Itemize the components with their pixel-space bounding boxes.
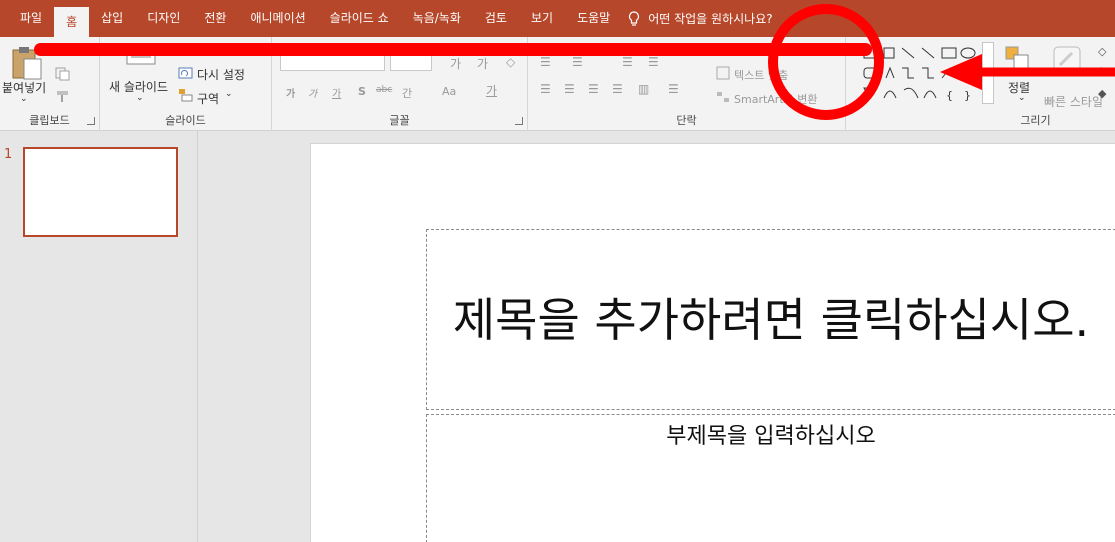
font-launcher-icon[interactable] [515, 117, 523, 125]
paragraph-group-label: 단락 [676, 114, 697, 127]
spacing-button[interactable]: 간 [402, 85, 412, 101]
annotation-red-line [34, 43, 872, 56]
reset-label[interactable]: 다시 설정 [197, 66, 245, 83]
slide-canvas[interactable]: 제목을 추가하려면 클릭하십시오. 부제목을 입력하십시오 [310, 143, 1115, 542]
tab-help[interactable]: 도움말 [565, 0, 622, 37]
clipboard-group-label: 클립보드 [29, 114, 70, 127]
change-case-button[interactable]: Aa [442, 85, 456, 98]
align-right-icon[interactable]: ☰ [588, 82, 599, 96]
tab-file[interactable]: 파일 [8, 0, 54, 37]
section-label[interactable]: 구역 [197, 90, 219, 107]
tab-view[interactable]: 보기 [519, 0, 565, 37]
outdent-icon[interactable]: ☰ [648, 55, 659, 69]
shrink-font-icon[interactable]: 가 [477, 55, 488, 72]
slide-thumbnail[interactable] [23, 147, 178, 237]
indent-icon[interactable]: ☰ [622, 55, 633, 69]
annotation-red-circle [768, 4, 884, 120]
font-color-button[interactable]: 가 [486, 82, 497, 99]
tab-design[interactable]: 디자인 [135, 0, 192, 37]
tell-me-box[interactable]: 어떤 작업을 원하시나요? [628, 0, 773, 37]
title-placeholder[interactable]: 제목을 추가하려면 클릭하십시오. [426, 229, 1115, 410]
bullets-icon[interactable]: ☰ [540, 55, 551, 69]
subtitle-placeholder-text: 부제목을 입력하십시오 [666, 424, 876, 449]
grow-font-icon[interactable]: 가 [450, 55, 461, 72]
underline-button[interactable]: 가 [332, 85, 341, 100]
text-direction-icon[interactable] [716, 66, 730, 80]
tab-review[interactable]: 검토 [473, 0, 519, 37]
tab-transitions[interactable]: 전환 [192, 0, 238, 37]
align-left-icon[interactable]: ☰ [540, 82, 551, 96]
copy-icon[interactable] [55, 67, 71, 81]
line-spacing-icon[interactable]: ☰ [668, 82, 679, 96]
drawing-group-label: 그리기 [1020, 114, 1051, 127]
slide-number: 1 [4, 147, 13, 162]
section-dropdown-icon[interactable]: ⌄ [225, 89, 233, 99]
slides-group-label: 슬라이드 [165, 114, 206, 127]
reset-icon[interactable] [178, 66, 194, 80]
slide-editor-area: 제목을 추가하려면 클릭하십시오. 부제목을 입력하십시오 [199, 131, 1115, 542]
format-painter-icon[interactable] [55, 89, 71, 103]
tab-record[interactable]: 녹음/녹화 [401, 0, 473, 37]
shadow-button[interactable]: S [358, 85, 366, 98]
new-slide-dropdown-icon[interactable]: ⌄ [136, 93, 144, 103]
justify-icon[interactable]: ☰ [612, 82, 623, 96]
paste-dropdown-icon[interactable]: ⌄ [20, 94, 28, 104]
tab-home[interactable]: 홈 [54, 7, 90, 37]
tell-me-text: 어떤 작업을 원하시나요? [648, 12, 773, 26]
smartart-icon[interactable] [716, 90, 730, 104]
tab-insert[interactable]: 삽입 [89, 0, 135, 37]
bold-button[interactable]: 가 [286, 85, 295, 100]
numbering-icon[interactable]: ☰ [572, 55, 583, 69]
align-center-icon[interactable]: ☰ [564, 82, 575, 96]
annotation-red-arrow-icon [940, 54, 1115, 90]
title-placeholder-text: 제목을 추가하려면 클릭하십시오. [452, 292, 1090, 347]
columns-icon[interactable]: ▥ [638, 82, 649, 96]
tab-slideshow[interactable]: 슬라이드 쇼 [318, 0, 401, 37]
subtitle-placeholder[interactable]: 부제목을 입력하십시오 [426, 414, 1115, 542]
tab-animations[interactable]: 애니메이션 [238, 0, 317, 37]
clipboard-launcher-icon[interactable] [87, 117, 95, 125]
section-icon[interactable] [178, 88, 194, 102]
lightbulb-icon [629, 10, 640, 26]
strikethrough-button[interactable]: abc [376, 85, 392, 95]
font-group-label: 글꼴 [389, 114, 410, 127]
italic-button[interactable]: 가 [308, 85, 317, 100]
slide-thumbnail-pane: 1 [0, 131, 198, 542]
ribbon-tab-bar: 파일 홈 삽입 디자인 전환 애니메이션 슬라이드 쇼 녹음/녹화 검토 보기 … [0, 0, 1115, 37]
clear-format-icon[interactable]: ◇ [506, 55, 515, 69]
